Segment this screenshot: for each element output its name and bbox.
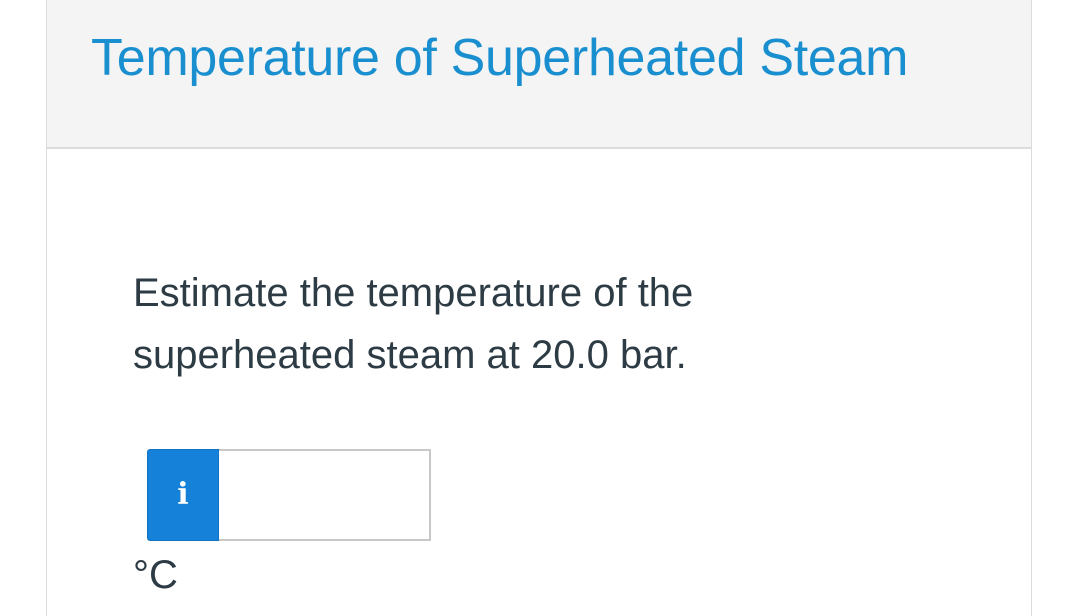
card-header: Temperature of Superheated Steam [47, 0, 1031, 149]
answer-input[interactable] [219, 449, 431, 541]
question-text: Estimate the temperature of the superhea… [133, 262, 853, 386]
info-icon: i [177, 477, 189, 512]
page-title: Temperature of Superheated Steam [91, 29, 909, 87]
question-line-2: superheated steam at 20.0 bar. [133, 333, 687, 377]
answer-row: i [147, 449, 431, 541]
question-card: Temperature of Superheated Steam Estimat… [46, 0, 1032, 616]
question-line-1: Estimate the temperature of the [133, 271, 694, 315]
unit-label: °C [133, 553, 178, 597]
info-button[interactable]: i [147, 449, 219, 541]
